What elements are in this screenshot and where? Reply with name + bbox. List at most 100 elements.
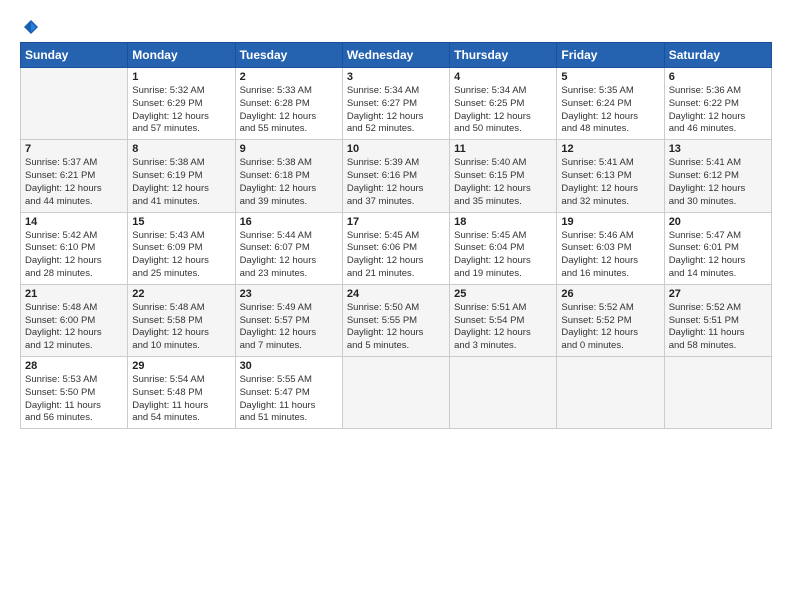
day-info: Sunrise: 5:44 AMSunset: 6:07 PMDaylight:… [240,230,338,281]
calendar: SundayMondayTuesdayWednesdayThursdayFrid… [20,42,772,429]
day-number: 7 [25,143,123,155]
day-info: Sunrise: 5:48 AMSunset: 6:00 PMDaylight:… [25,302,123,353]
calendar-cell [450,357,557,429]
day-info: Sunrise: 5:41 AMSunset: 6:12 PMDaylight:… [669,157,767,208]
day-number: 18 [454,216,552,228]
day-number: 21 [25,288,123,300]
day-number: 1 [132,71,230,83]
day-info: Sunrise: 5:48 AMSunset: 5:58 PMDaylight:… [132,302,230,353]
day-number: 26 [561,288,659,300]
day-number: 30 [240,360,338,372]
day-info: Sunrise: 5:38 AMSunset: 6:19 PMDaylight:… [132,157,230,208]
calendar-cell: 16 Sunrise: 5:44 AMSunset: 6:07 PMDayligh… [235,212,342,284]
day-number: 28 [25,360,123,372]
calendar-cell: 9 Sunrise: 5:38 AMSunset: 6:18 PMDaylight… [235,140,342,212]
day-of-week-header: Tuesday [235,43,342,68]
calendar-cell: 28 Sunrise: 5:53 AMSunset: 5:50 PMDayligh… [21,357,128,429]
day-info: Sunrise: 5:34 AMSunset: 6:25 PMDaylight:… [454,85,552,136]
calendar-cell: 5 Sunrise: 5:35 AMSunset: 6:24 PMDaylight… [557,68,664,140]
day-number: 25 [454,288,552,300]
day-of-week-header: Wednesday [342,43,449,68]
calendar-cell: 24 Sunrise: 5:50 AMSunset: 5:55 PMDayligh… [342,284,449,356]
day-info: Sunrise: 5:52 AMSunset: 5:51 PMDaylight:… [669,302,767,353]
day-number: 17 [347,216,445,228]
day-info: Sunrise: 5:45 AMSunset: 6:06 PMDaylight:… [347,230,445,281]
day-number: 23 [240,288,338,300]
day-number: 10 [347,143,445,155]
calendar-cell: 2Sunrise: 5:33 AMSunset: 6:28 PMDaylight… [235,68,342,140]
day-info: Sunrise: 5:35 AMSunset: 6:24 PMDaylight:… [561,85,659,136]
calendar-cell: 22 Sunrise: 5:48 AMSunset: 5:58 PMDayligh… [128,284,235,356]
day-number: 4 [454,71,552,83]
calendar-cell: 4 Sunrise: 5:34 AMSunset: 6:25 PMDaylight… [450,68,557,140]
day-of-week-header: Saturday [664,43,771,68]
day-number: 9 [240,143,338,155]
logo [20,18,40,32]
day-of-week-header: Friday [557,43,664,68]
day-info: Sunrise: 5:53 AMSunset: 5:50 PMDaylight:… [25,374,123,425]
day-info: Sunrise: 5:40 AMSunset: 6:15 PMDaylight:… [454,157,552,208]
page: SundayMondayTuesdayWednesdayThursdayFrid… [0,0,792,612]
day-number: 2 [240,71,338,83]
calendar-cell [664,357,771,429]
day-info: Sunrise: 5:36 AMSunset: 6:22 PMDaylight:… [669,85,767,136]
day-number: 20 [669,216,767,228]
calendar-cell: 3 Sunrise: 5:34 AMSunset: 6:27 PMDaylight… [342,68,449,140]
calendar-cell: 26 Sunrise: 5:52 AMSunset: 5:52 PMDayligh… [557,284,664,356]
day-number: 16 [240,216,338,228]
calendar-cell: 14 Sunrise: 5:42 AMSunset: 6:10 PMDayligh… [21,212,128,284]
day-number: 11 [454,143,552,155]
day-info: Sunrise: 5:39 AMSunset: 6:16 PMDaylight:… [347,157,445,208]
day-info: Sunrise: 5:38 AMSunset: 6:18 PMDaylight:… [240,157,338,208]
day-info: Sunrise: 5:41 AMSunset: 6:13 PMDaylight:… [561,157,659,208]
calendar-cell: 8 Sunrise: 5:38 AMSunset: 6:19 PMDaylight… [128,140,235,212]
day-number: 19 [561,216,659,228]
calendar-cell: 29 Sunrise: 5:54 AMSunset: 5:48 PMDayligh… [128,357,235,429]
day-info: Sunrise: 5:43 AMSunset: 6:09 PMDaylight:… [132,230,230,281]
calendar-cell: 30Sunrise: 5:55 AMSunset: 5:47 PMDayligh… [235,357,342,429]
calendar-cell: 7 Sunrise: 5:37 AMSunset: 6:21 PMDaylight… [21,140,128,212]
day-number: 29 [132,360,230,372]
calendar-cell: 1 Sunrise: 5:32 AMSunset: 6:29 PMDaylight… [128,68,235,140]
calendar-cell: 13 Sunrise: 5:41 AMSunset: 6:12 PMDayligh… [664,140,771,212]
day-info: Sunrise: 5:54 AMSunset: 5:48 PMDaylight:… [132,374,230,425]
day-number: 5 [561,71,659,83]
day-info: Sunrise: 5:51 AMSunset: 5:54 PMDaylight:… [454,302,552,353]
day-number: 22 [132,288,230,300]
day-number: 3 [347,71,445,83]
day-info: Sunrise: 5:34 AMSunset: 6:27 PMDaylight:… [347,85,445,136]
day-info: Sunrise: 5:49 AMSunset: 5:57 PMDaylight:… [240,302,338,353]
day-info: Sunrise: 5:46 AMSunset: 6:03 PMDaylight:… [561,230,659,281]
calendar-cell: 15Sunrise: 5:43 AMSunset: 6:09 PMDayligh… [128,212,235,284]
day-info: Sunrise: 5:32 AMSunset: 6:29 PMDaylight:… [132,85,230,136]
day-number: 6 [669,71,767,83]
day-number: 14 [25,216,123,228]
day-number: 8 [132,143,230,155]
calendar-cell [21,68,128,140]
day-number: 27 [669,288,767,300]
logo-icon [22,18,40,36]
day-of-week-header: Monday [128,43,235,68]
calendar-cell: 19 Sunrise: 5:46 AMSunset: 6:03 PMDayligh… [557,212,664,284]
calendar-cell: 21 Sunrise: 5:48 AMSunset: 6:00 PMDayligh… [21,284,128,356]
calendar-cell: 23 Sunrise: 5:49 AMSunset: 5:57 PMDayligh… [235,284,342,356]
day-info: Sunrise: 5:45 AMSunset: 6:04 PMDaylight:… [454,230,552,281]
day-number: 24 [347,288,445,300]
calendar-cell: 6 Sunrise: 5:36 AMSunset: 6:22 PMDaylight… [664,68,771,140]
calendar-cell: 27 Sunrise: 5:52 AMSunset: 5:51 PMDayligh… [664,284,771,356]
calendar-cell: 10 Sunrise: 5:39 AMSunset: 6:16 PMDayligh… [342,140,449,212]
day-info: Sunrise: 5:50 AMSunset: 5:55 PMDaylight:… [347,302,445,353]
day-info: Sunrise: 5:52 AMSunset: 5:52 PMDaylight:… [561,302,659,353]
day-info: Sunrise: 5:42 AMSunset: 6:10 PMDaylight:… [25,230,123,281]
calendar-cell: 18 Sunrise: 5:45 AMSunset: 6:04 PMDayligh… [450,212,557,284]
day-number: 13 [669,143,767,155]
day-info: Sunrise: 5:47 AMSunset: 6:01 PMDaylight:… [669,230,767,281]
calendar-cell: 20 Sunrise: 5:47 AMSunset: 6:01 PMDayligh… [664,212,771,284]
header [20,18,772,32]
calendar-cell [342,357,449,429]
calendar-cell: 12Sunrise: 5:41 AMSunset: 6:13 PMDayligh… [557,140,664,212]
calendar-cell [557,357,664,429]
day-info: Sunrise: 5:37 AMSunset: 6:21 PMDaylight:… [25,157,123,208]
calendar-cell: 17 Sunrise: 5:45 AMSunset: 6:06 PMDayligh… [342,212,449,284]
calendar-cell: 25 Sunrise: 5:51 AMSunset: 5:54 PMDayligh… [450,284,557,356]
